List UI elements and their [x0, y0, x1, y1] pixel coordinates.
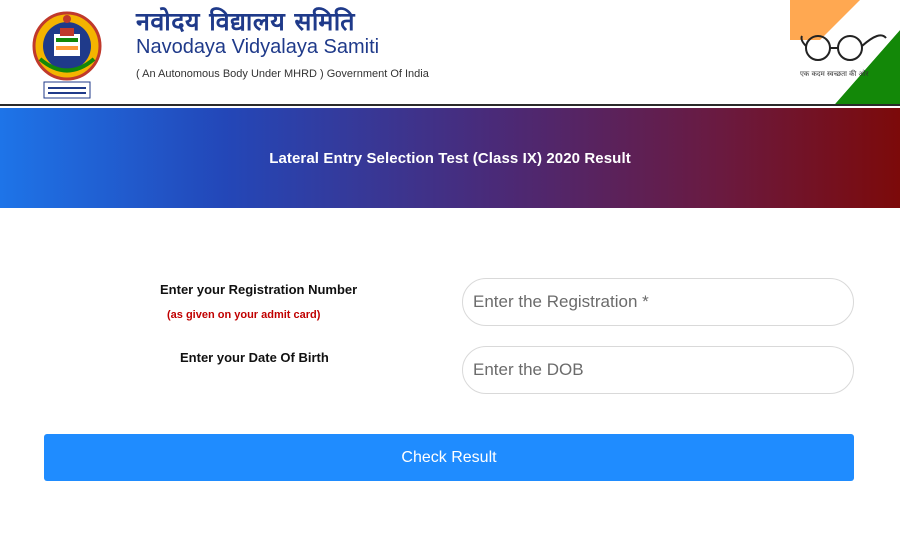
org-title-hindi: नवोदय विद्यालय समिति: [136, 7, 356, 36]
page-title: Lateral Entry Selection Test (Class IX) …: [269, 149, 631, 167]
registration-label: Enter your Registration Number: [160, 282, 358, 297]
dob-input[interactable]: [462, 346, 854, 394]
registration-note: (as given on your admit card): [167, 309, 321, 321]
swachh-bharat-glasses-icon: [790, 0, 900, 104]
nvs-emblem-icon: [32, 11, 102, 99]
org-subtitle: ( An Autonomous Body Under MHRD ) Govern…: [136, 68, 429, 80]
site-header: नवोदय विद्यालय समिति Navodaya Vidyalaya …: [0, 0, 900, 106]
gandhi-caption: एक कदम स्वच्छता की ओर: [800, 70, 869, 78]
org-title-english: Navodaya Vidyalaya Samiti: [136, 36, 380, 58]
dob-label: Enter your Date Of Birth: [180, 350, 329, 365]
check-result-button[interactable]: Check Result: [44, 434, 854, 481]
result-banner: Lateral Entry Selection Test (Class IX) …: [0, 108, 900, 208]
registration-input[interactable]: [462, 278, 854, 326]
